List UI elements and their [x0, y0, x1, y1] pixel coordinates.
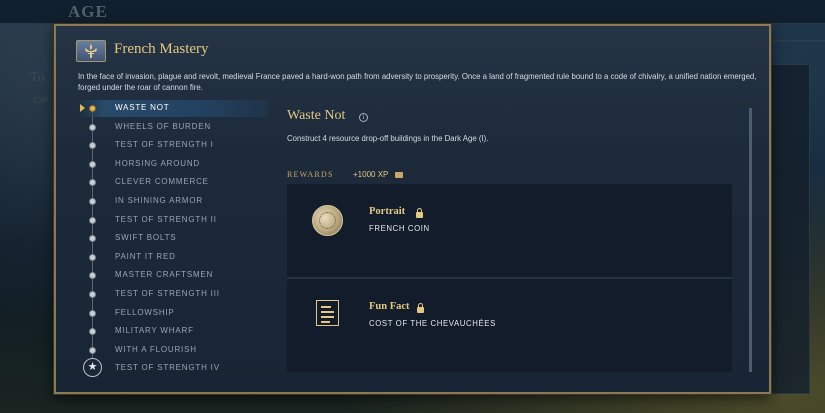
progress-bullet-icon — [89, 216, 96, 224]
challenge-label: WASTE NOT — [115, 103, 170, 112]
challenge-label: IN SHINING ARMOR — [115, 196, 203, 205]
reward-name: Fun Fact — [369, 301, 410, 312]
background-side-sub: EXP — [33, 96, 50, 105]
challenge-label: FELLOWSHIP — [115, 307, 175, 317]
challenge-label: TEST OF STRENGTH IV — [115, 363, 220, 373]
xp-icon — [395, 172, 403, 178]
challenge-label: WHEELS OF BURDEN — [115, 121, 211, 131]
challenge-label: TEST OF STRENGTH II — [115, 214, 217, 224]
reward-subtitle: COST OF THE CHEVAUCHÉES — [369, 319, 496, 328]
progress-bullet-icon — [89, 235, 96, 243]
challenge-item[interactable]: PAINT IT RED — [78, 249, 268, 266]
challenge-label: MILITARY WHARF — [115, 326, 194, 336]
mastery-modal: French Mastery In the face of invasion, … — [54, 24, 771, 394]
challenge-label: TEST OF STRENGTH I — [115, 140, 214, 150]
challenge-item[interactable]: MILITARY WHARF — [78, 323, 268, 340]
rewards-label: REWARDS — [287, 170, 334, 179]
challenge-label: PAINT IT RED — [115, 251, 176, 261]
challenge-item[interactable]: CLEVER COMMERCE — [78, 174, 268, 191]
detail-scrollbar[interactable] — [749, 108, 752, 372]
xp-reward: +1000 XP — [353, 170, 389, 179]
modal-title: French Mastery — [114, 41, 209, 57]
challenge-item[interactable]: TEST OF STRENGTH III — [78, 286, 268, 303]
challenge-item[interactable]: IN SHINING ARMOR — [78, 193, 268, 210]
challenge-label: MASTER CRAFTSMEN — [115, 270, 214, 280]
reward-name: Portrait — [369, 206, 406, 217]
reward-subtitle: FRENCH COIN — [369, 224, 430, 233]
lock-icon — [416, 208, 423, 218]
star-icon: ★ — [83, 358, 102, 378]
challenge-item[interactable]: MASTER CRAFTSMEN — [78, 267, 268, 284]
challenge-item[interactable]: TEST OF STRENGTH II — [78, 212, 268, 229]
challenge-list: WASTE NOT WHEELS OF BURDEN TEST OF STRENGT… — [78, 98, 268, 383]
rewards-panel: Portrait FRENCH COIN Fun Fact COST OF TH… — [287, 184, 732, 372]
selected-arrow-icon — [80, 104, 85, 112]
progress-bullet-icon — [89, 328, 96, 336]
reward-portrait[interactable]: Portrait FRENCH COIN — [287, 184, 732, 274]
progress-bullet-icon — [89, 105, 96, 112]
challenge-title: Waste Not — [287, 108, 346, 123]
challenge-item[interactable]: SWIFT BOLTS — [78, 230, 268, 247]
modal-description: In the face of invasion, plague and revo… — [78, 72, 757, 92]
challenge-item[interactable]: HORSING AROUND — [78, 156, 268, 173]
progress-bullet-icon — [89, 253, 96, 261]
background-divider — [773, 40, 825, 42]
background-top-bar: AGE — [0, 0, 825, 24]
progress-bullet-icon — [89, 160, 96, 168]
progress-bullet-icon — [89, 272, 96, 280]
background-side-heading: To — [30, 70, 45, 85]
challenge-label: SWIFT BOLTS — [115, 233, 177, 243]
document-icon — [316, 300, 339, 326]
challenge-item[interactable]: FELLOWSHIP — [78, 305, 268, 322]
scrollbar-thumb[interactable] — [749, 108, 752, 372]
progress-bullet-icon — [89, 198, 96, 205]
background-title: AGE — [68, 2, 108, 21]
challenge-label: WITH A FLOURISH — [115, 344, 197, 354]
challenge-label: TEST OF STRENGTH III — [115, 289, 220, 298]
progress-bullet-icon — [89, 309, 96, 317]
challenge-description: Construct 4 resource drop-off buildings … — [287, 134, 489, 143]
challenge-item[interactable]: WASTE NOT — [78, 100, 268, 117]
background-right-panel — [770, 64, 810, 394]
progress-bullet-icon — [89, 179, 96, 187]
lock-icon — [417, 303, 424, 313]
progress-bullet-icon — [89, 123, 96, 131]
challenge-item[interactable]: WITH A FLOURISH — [78, 342, 268, 359]
info-icon[interactable]: i — [359, 113, 368, 122]
progress-bullet-icon — [89, 142, 96, 150]
challenge-item[interactable]: TEST OF STRENGTH I — [78, 137, 268, 154]
challenge-item[interactable]: WHEELS OF BURDEN — [78, 119, 268, 136]
challenge-item[interactable]: ★ TEST OF STRENGTH IV — [78, 358, 268, 378]
coin-icon — [312, 205, 343, 236]
progress-bullet-icon — [89, 291, 96, 298]
progress-bullet-icon — [89, 346, 96, 354]
challenge-label: HORSING AROUND — [115, 158, 200, 168]
fleur-de-lis-icon — [76, 40, 106, 62]
challenge-label: CLEVER COMMERCE — [115, 177, 209, 187]
reward-fun-fact[interactable]: Fun Fact COST OF THE CHEVAUCHÉES — [287, 279, 732, 372]
